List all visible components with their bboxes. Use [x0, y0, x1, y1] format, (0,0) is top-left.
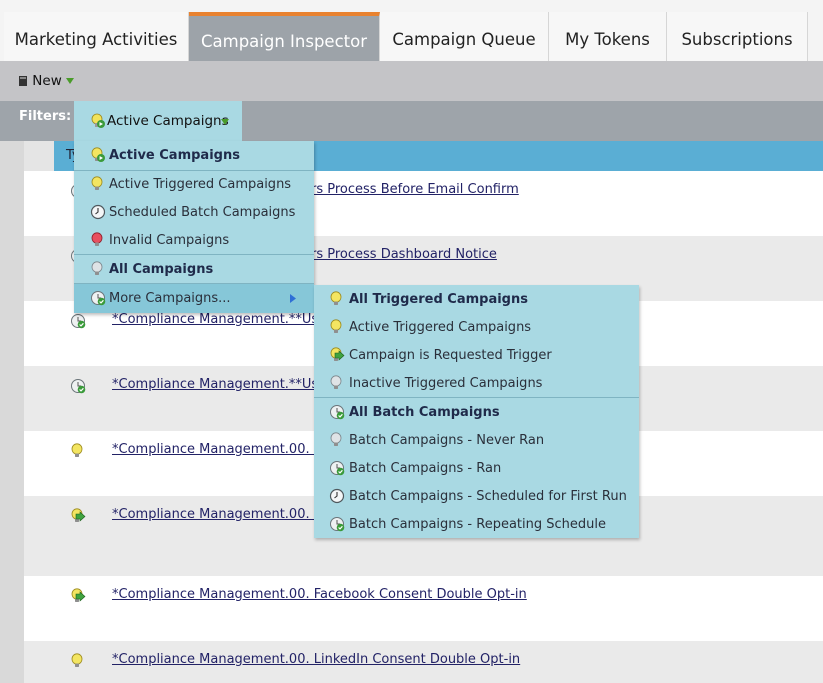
batch-ran-icon: [70, 378, 86, 394]
submenu-item-inactive-triggered-campaigns[interactable]: Inactive Triggered Campaigns: [314, 369, 639, 397]
clock-icon: [90, 204, 106, 220]
more-campaigns-icon: [90, 290, 106, 306]
left-gutter: [0, 141, 24, 683]
filters-label: Filters:: [19, 109, 72, 124]
tab-subscriptions[interactable]: Subscriptions: [667, 12, 808, 61]
menu-item-label: All Batch Campaigns: [349, 405, 500, 420]
batch-ran-icon: [70, 313, 86, 329]
menu-item-label: Active Campaigns: [109, 148, 240, 163]
requested-trigger-icon: [70, 508, 86, 524]
trigger-bulb-icon: [329, 319, 345, 335]
menu-item-label: Batch Campaigns - Repeating Schedule: [349, 517, 606, 532]
campaign-link[interactable]: *Compliance Management.00. Co: [112, 442, 331, 457]
campaign-link[interactable]: *Compliance Management.00. Facebook Cons…: [112, 587, 527, 602]
menu-item-label: Batch Campaigns - Never Ran: [349, 433, 545, 448]
menu-item-label: Batch Campaigns - Ran: [349, 461, 502, 476]
submenu-item-batch-never-ran[interactable]: Batch Campaigns - Never Ran: [314, 426, 639, 454]
trigger-bulb-icon: [90, 176, 106, 192]
menu-item-label: Invalid Campaigns: [109, 233, 230, 248]
all-campaigns-bulb-icon: [90, 261, 106, 277]
menu-item-active-triggered-campaigns[interactable]: Active Triggered Campaigns: [74, 170, 314, 198]
submenu-item-batch-ran[interactable]: Batch Campaigns - Ran: [314, 454, 639, 482]
tab-marketing-activities[interactable]: Marketing Activities: [4, 12, 189, 61]
menu-item-more-campaigns[interactable]: More Campaigns...: [74, 284, 314, 313]
repeating-schedule-icon: [329, 516, 345, 532]
new-button[interactable]: New: [18, 73, 75, 89]
menu-item-label: Batch Campaigns - Scheduled for First Ru…: [349, 489, 627, 504]
requested-trigger-icon: [329, 347, 345, 363]
menu-item-label: Scheduled Batch Campaigns: [109, 205, 296, 220]
table-row[interactable]: *Compliance Management.00. LinkedIn Cons…: [24, 641, 823, 683]
submenu-item-batch-scheduled-first-run[interactable]: Batch Campaigns - Scheduled for First Ru…: [314, 482, 639, 510]
menu-item-label: All Campaigns: [109, 262, 214, 277]
more-campaigns-submenu: All Triggered Campaigns Active Triggered…: [314, 285, 639, 538]
submenu-item-campaign-is-requested-trigger[interactable]: Campaign is Requested Trigger: [314, 341, 639, 369]
submenu-item-batch-repeating-schedule[interactable]: Batch Campaigns - Repeating Schedule: [314, 510, 639, 538]
menu-item-label: More Campaigns...: [109, 291, 231, 306]
menu-item-all-campaigns[interactable]: All Campaigns: [74, 255, 314, 283]
toolbar: New: [0, 61, 823, 101]
submenu-item-all-triggered-campaigns[interactable]: All Triggered Campaigns: [314, 285, 639, 313]
campaign-link[interactable]: *Compliance Management.00. CS: [112, 507, 331, 522]
campaign-link[interactable]: rs Process Dashboard Notice: [311, 247, 497, 262]
submenu-item-all-batch-campaigns[interactable]: All Batch Campaigns: [314, 398, 639, 426]
tab-bar: Marketing Activities Campaign Inspector …: [0, 0, 823, 61]
tab-my-tokens[interactable]: My Tokens: [549, 12, 667, 61]
submenu-arrow-icon: [290, 294, 296, 303]
new-label: New: [32, 73, 62, 89]
trigger-bulb-icon: [329, 291, 345, 307]
trigger-bulb-icon: [70, 443, 86, 459]
batch-ran-icon: [329, 460, 345, 476]
inactive-bulb-icon: [329, 375, 345, 391]
invalid-bulb-icon: [90, 232, 106, 248]
dropdown-arrow-icon: [221, 119, 229, 125]
tab-campaign-queue[interactable]: Campaign Queue: [380, 12, 549, 61]
menu-item-active-campaigns[interactable]: Active Campaigns: [74, 141, 314, 169]
requested-trigger-icon: [70, 588, 86, 604]
submenu-item-active-triggered-campaigns[interactable]: Active Triggered Campaigns: [314, 313, 639, 341]
active-campaigns-icon: [90, 113, 106, 129]
campaign-link[interactable]: *Compliance Management.**Use: [112, 312, 326, 327]
new-icon: [18, 75, 28, 87]
menu-item-label: Inactive Triggered Campaigns: [349, 376, 543, 391]
trigger-bulb-icon: [70, 653, 86, 669]
active-campaigns-icon: [90, 147, 106, 163]
dropdown-arrow-icon: [66, 78, 75, 84]
menu-item-label: Campaign is Requested Trigger: [349, 348, 552, 363]
filter-menu: Active Campaigns Active Triggered Campai…: [74, 141, 314, 313]
filter-dropdown[interactable]: Active Campaigns: [74, 101, 242, 141]
menu-item-label: Active Triggered Campaigns: [349, 320, 532, 335]
campaign-link[interactable]: *Compliance Management.00. LinkedIn Cons…: [112, 652, 520, 667]
tab-campaign-inspector[interactable]: Campaign Inspector: [189, 12, 380, 61]
menu-item-label: Active Triggered Campaigns: [109, 177, 292, 192]
inactive-bulb-icon: [329, 432, 345, 448]
batch-ran-icon: [329, 404, 345, 420]
clock-icon: [329, 488, 345, 504]
menu-item-label: All Triggered Campaigns: [349, 292, 528, 307]
menu-item-scheduled-batch-campaigns[interactable]: Scheduled Batch Campaigns: [74, 198, 314, 226]
filter-selected-label: Active Campaigns: [107, 113, 229, 129]
campaign-link[interactable]: *Compliance Management.**Use: [112, 377, 326, 392]
menu-item-invalid-campaigns[interactable]: Invalid Campaigns: [74, 226, 314, 254]
campaign-link[interactable]: rs Process Before Email Confirm: [311, 182, 519, 197]
table-row[interactable]: *Compliance Management.00. Facebook Cons…: [24, 576, 823, 641]
